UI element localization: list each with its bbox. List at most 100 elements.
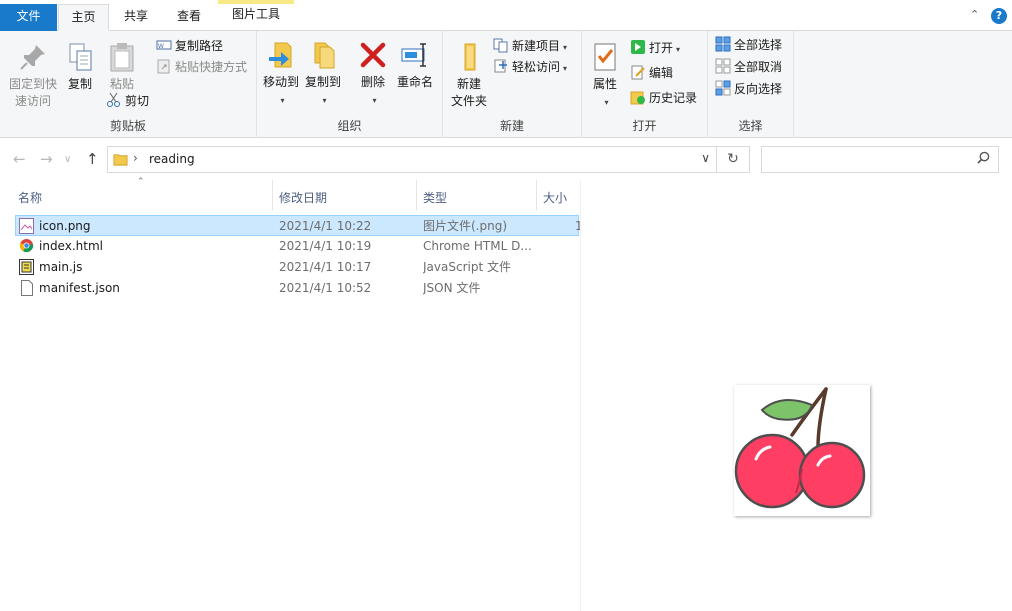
- svg-text:W: W: [158, 43, 164, 50]
- pin-label-line2: 速访问: [14, 94, 51, 108]
- address-dropdown-chevron-icon[interactable]: ∨: [701, 151, 710, 165]
- rename-icon: [399, 39, 431, 71]
- breadcrumb-current-folder[interactable]: reading: [149, 152, 195, 166]
- copy-to-button[interactable]: 复制到 ▾: [303, 39, 343, 109]
- copy-button[interactable]: 复制: [62, 41, 98, 93]
- tab-view[interactable]: 查看: [164, 4, 214, 31]
- up-arrow-icon[interactable]: ↑: [86, 150, 99, 168]
- open-icon: [630, 39, 646, 55]
- back-arrow-icon[interactable]: ←: [13, 150, 26, 168]
- paste-button[interactable]: 粘贴: [104, 41, 140, 93]
- search-input[interactable]: [761, 146, 999, 173]
- column-header-type[interactable]: 类型: [423, 189, 447, 206]
- new-item-button[interactable]: 新建项目 ▾: [493, 36, 567, 56]
- move-to-button[interactable]: 移动到 ▾: [261, 39, 301, 109]
- select-all-label: 全部选择: [734, 38, 783, 52]
- new-folder-button[interactable]: 新建 文件夹: [447, 41, 491, 110]
- rename-button[interactable]: 重命名: [393, 39, 437, 91]
- edit-label: 编辑: [649, 66, 674, 80]
- pin-label-line1: 固定到快: [8, 77, 57, 91]
- copy-path-button[interactable]: W 复制路径: [156, 36, 223, 56]
- copy-to-label: 复制到: [304, 75, 341, 89]
- easy-access-button[interactable]: 轻松访问 ▾: [493, 57, 567, 77]
- refresh-icon: ↻: [727, 151, 739, 167]
- properties-label: 属性: [592, 77, 617, 91]
- copy-label: 复制: [67, 77, 92, 91]
- edit-button[interactable]: 编辑: [630, 63, 673, 83]
- cut-label: 剪切: [125, 94, 150, 108]
- edit-icon: [630, 64, 646, 80]
- easy-access-label: 轻松访问: [512, 60, 561, 74]
- delete-label: 删除: [360, 75, 385, 89]
- open-label: 打开: [649, 41, 674, 55]
- select-group: 全部选择 全部取消 反向选择 选择: [708, 31, 794, 138]
- new-item-icon: [493, 37, 509, 53]
- select-none-button[interactable]: 全部取消: [715, 57, 782, 77]
- history-button[interactable]: 历史记录: [630, 88, 697, 108]
- tab-picture-tools[interactable]: 图片工具: [218, 0, 294, 31]
- column-header-size[interactable]: 大小: [543, 189, 567, 206]
- select-none-icon: [715, 58, 731, 74]
- move-to-icon: [265, 39, 297, 71]
- pin-icon: [17, 41, 49, 73]
- properties-icon: [589, 41, 621, 73]
- forward-arrow-icon[interactable]: →: [40, 150, 53, 168]
- new-folder-label-line2: 文件夹: [450, 94, 487, 108]
- recent-locations-chevron-icon[interactable]: ∨: [64, 154, 71, 165]
- open-group-label: 打开: [632, 119, 657, 133]
- file-modified: 2021/4/1 10:19: [279, 239, 372, 253]
- file-modified: 2021/4/1 10:52: [279, 281, 372, 295]
- move-to-label: 移动到: [262, 75, 299, 89]
- folder-icon: [113, 152, 128, 170]
- column-header-name[interactable]: 名称: [18, 189, 42, 206]
- new-folder-label-line1: 新建: [456, 77, 481, 91]
- paste-shortcut-button[interactable]: 粘贴快捷方式: [156, 57, 247, 77]
- new-folder-icon: [453, 41, 485, 73]
- file-row-manifest-json[interactable]: manifest.json 2021/4/1 10:52 JSON 文件: [15, 278, 579, 299]
- address-bar[interactable]: › reading ∨: [107, 146, 717, 173]
- properties-button[interactable]: 属性 ▾: [588, 41, 622, 111]
- organize-group: 移动到 ▾ 复制到 ▾ 删除 ▾ 重命名 组织: [257, 31, 443, 138]
- pin-quick-access-button[interactable]: 固定到快 速访问: [6, 41, 60, 110]
- image-preview: [734, 385, 870, 516]
- cut-button[interactable]: 剪切: [106, 91, 149, 111]
- file-type: Chrome HTML D...: [423, 239, 532, 253]
- invert-selection-button[interactable]: 反向选择: [715, 79, 782, 99]
- select-group-label: 选择: [738, 119, 763, 133]
- file-row-index-html[interactable]: index.html 2021/4/1 10:19 Chrome HTML D.…: [15, 236, 579, 257]
- copy-path-label: 复制路径: [175, 39, 224, 53]
- collapse-ribbon-icon[interactable]: ⌃: [970, 8, 979, 21]
- column-divider[interactable]: [416, 180, 417, 210]
- file-type: 图片文件(.png): [423, 219, 508, 233]
- organize-group-label: 组织: [337, 119, 362, 133]
- file-modified: 2021/4/1 10:22: [279, 219, 372, 233]
- copy-path-icon: W: [156, 37, 172, 53]
- blank-file-icon: [21, 280, 33, 303]
- help-icon[interactable]: ?: [991, 8, 1007, 24]
- paste-shortcut-label: 粘贴快捷方式: [175, 60, 248, 74]
- refresh-button[interactable]: ↻: [717, 146, 750, 173]
- copy-to-icon: [307, 39, 339, 71]
- tab-home[interactable]: 主页: [58, 4, 109, 31]
- file-row-icon-png[interactable]: icon.png 2021/4/1 10:22 图片文件(.png) 1: [15, 215, 580, 236]
- tab-file[interactable]: 文件: [0, 4, 57, 31]
- column-divider[interactable]: [272, 180, 273, 210]
- file-row-main-js[interactable]: main.js 2021/4/1 10:17 JavaScript 文件: [15, 257, 579, 278]
- column-header-modified[interactable]: 修改日期: [279, 189, 327, 206]
- new-item-label: 新建项目: [512, 39, 561, 53]
- tab-share[interactable]: 共享: [112, 4, 160, 31]
- file-modified: 2021/4/1 10:17: [279, 260, 372, 274]
- file-name: index.html: [39, 239, 103, 253]
- open-button[interactable]: 打开 ▾: [630, 38, 680, 58]
- paste-icon: [106, 41, 138, 73]
- delete-x-icon: [357, 39, 389, 71]
- select-all-icon: [715, 36, 731, 52]
- column-divider[interactable]: [536, 180, 537, 210]
- search-icon: [977, 151, 990, 168]
- preview-pane: [580, 180, 1012, 611]
- delete-button[interactable]: 删除 ▾: [355, 39, 391, 109]
- paste-shortcut-icon: [156, 58, 172, 74]
- select-all-button[interactable]: 全部选择: [715, 35, 782, 55]
- file-name: main.js: [39, 260, 83, 274]
- open-group: 属性 ▾ 打开 ▾ 编辑 历史记录 打开: [582, 31, 708, 138]
